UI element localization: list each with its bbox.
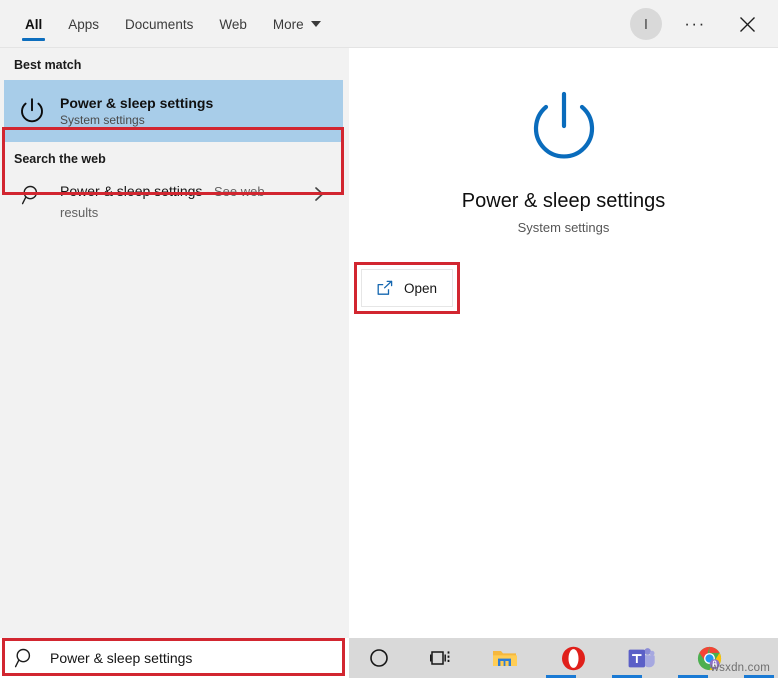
- taskbar: wsxdn.com: [349, 638, 778, 678]
- tab-apps[interactable]: Apps: [55, 0, 112, 48]
- search-tabs: All Apps Documents Web More: [12, 0, 334, 48]
- more-options-icon[interactable]: ···: [678, 7, 712, 41]
- external-link-glyph: [377, 280, 393, 295]
- preview-pane: Power & sleep settings System settings O…: [349, 48, 778, 638]
- external-link-icon: [376, 279, 394, 297]
- results-pane: Best match Power & sleep settings System…: [0, 48, 349, 638]
- preview-subtitle: System settings: [517, 220, 610, 235]
- search-glyph: [14, 648, 31, 668]
- cortana-icon: [370, 649, 388, 667]
- search-header: All Apps Documents Web More I ···: [0, 0, 778, 48]
- best-match-result[interactable]: Power & sleep settings System settings: [4, 80, 343, 142]
- taskbar-item-cortana[interactable]: [356, 638, 402, 678]
- more-options-glyph: ···: [684, 14, 706, 33]
- power-glyph: [21, 98, 43, 123]
- best-match-subtitle: System settings: [60, 112, 145, 127]
- chevron-right-glyph: [315, 187, 324, 201]
- open-button-wrapper: Open: [354, 262, 460, 314]
- tab-documents-label: Documents: [125, 16, 194, 32]
- close-glyph: [739, 16, 755, 32]
- search-icon: [0, 647, 50, 669]
- search-input[interactable]: Power & sleep settings: [0, 638, 349, 678]
- search-icon: [4, 178, 60, 212]
- avatar-initial: I: [643, 15, 649, 33]
- preview-power-icon: [349, 86, 778, 170]
- web-result-text: Power & sleep settings - See web results: [60, 178, 288, 223]
- search-glyph: [21, 185, 38, 205]
- opera-icon: [561, 646, 585, 670]
- chevron-right-icon[interactable]: [314, 186, 325, 206]
- header-actions: I ···: [630, 0, 778, 48]
- windows-search-flyout: All Apps Documents Web More I ··· Best m…: [0, 0, 778, 678]
- power-icon: [4, 96, 60, 126]
- web-search-result[interactable]: Power & sleep settings - See web results: [4, 172, 343, 230]
- preview-title: Power & sleep settings: [461, 190, 666, 212]
- tab-all[interactable]: All: [12, 0, 55, 48]
- file-explorer-icon: [493, 651, 517, 666]
- best-match-title: Power & sleep settings: [60, 94, 214, 111]
- microsoft-teams-icon: [628, 647, 655, 667]
- watermark: wsxdn.com: [710, 662, 770, 674]
- tab-web[interactable]: Web: [206, 0, 260, 48]
- tab-more-label: More: [272, 16, 304, 32]
- power-glyph-large: [533, 91, 594, 159]
- open-button[interactable]: Open: [361, 269, 453, 307]
- tab-all-label: All: [25, 16, 43, 32]
- chevron-down-icon: [310, 21, 321, 27]
- open-button-label: Open: [404, 280, 438, 296]
- tab-web-label: Web: [219, 16, 247, 32]
- taskbar-item-opera[interactable]: [550, 638, 596, 678]
- best-match-section-title: Best match: [14, 58, 82, 72]
- active-tab-underline: [22, 38, 46, 41]
- web-section-title: Search the web: [14, 152, 106, 166]
- tab-apps-label: Apps: [68, 16, 100, 32]
- web-result-query: Power & sleep settings: [60, 183, 203, 199]
- task-view-icon: [430, 651, 450, 665]
- best-match-text: Power & sleep settings System settings: [60, 94, 213, 129]
- taskbar-item-teams[interactable]: [618, 638, 664, 678]
- tab-more[interactable]: More: [260, 0, 334, 48]
- close-icon[interactable]: [726, 3, 768, 45]
- taskbar-item-task-view[interactable]: [418, 638, 464, 678]
- search-input-value: Power & sleep settings: [50, 650, 193, 666]
- taskbar-item-file-explorer[interactable]: [482, 638, 528, 678]
- tab-documents[interactable]: Documents: [112, 0, 206, 48]
- avatar[interactable]: I: [630, 8, 662, 40]
